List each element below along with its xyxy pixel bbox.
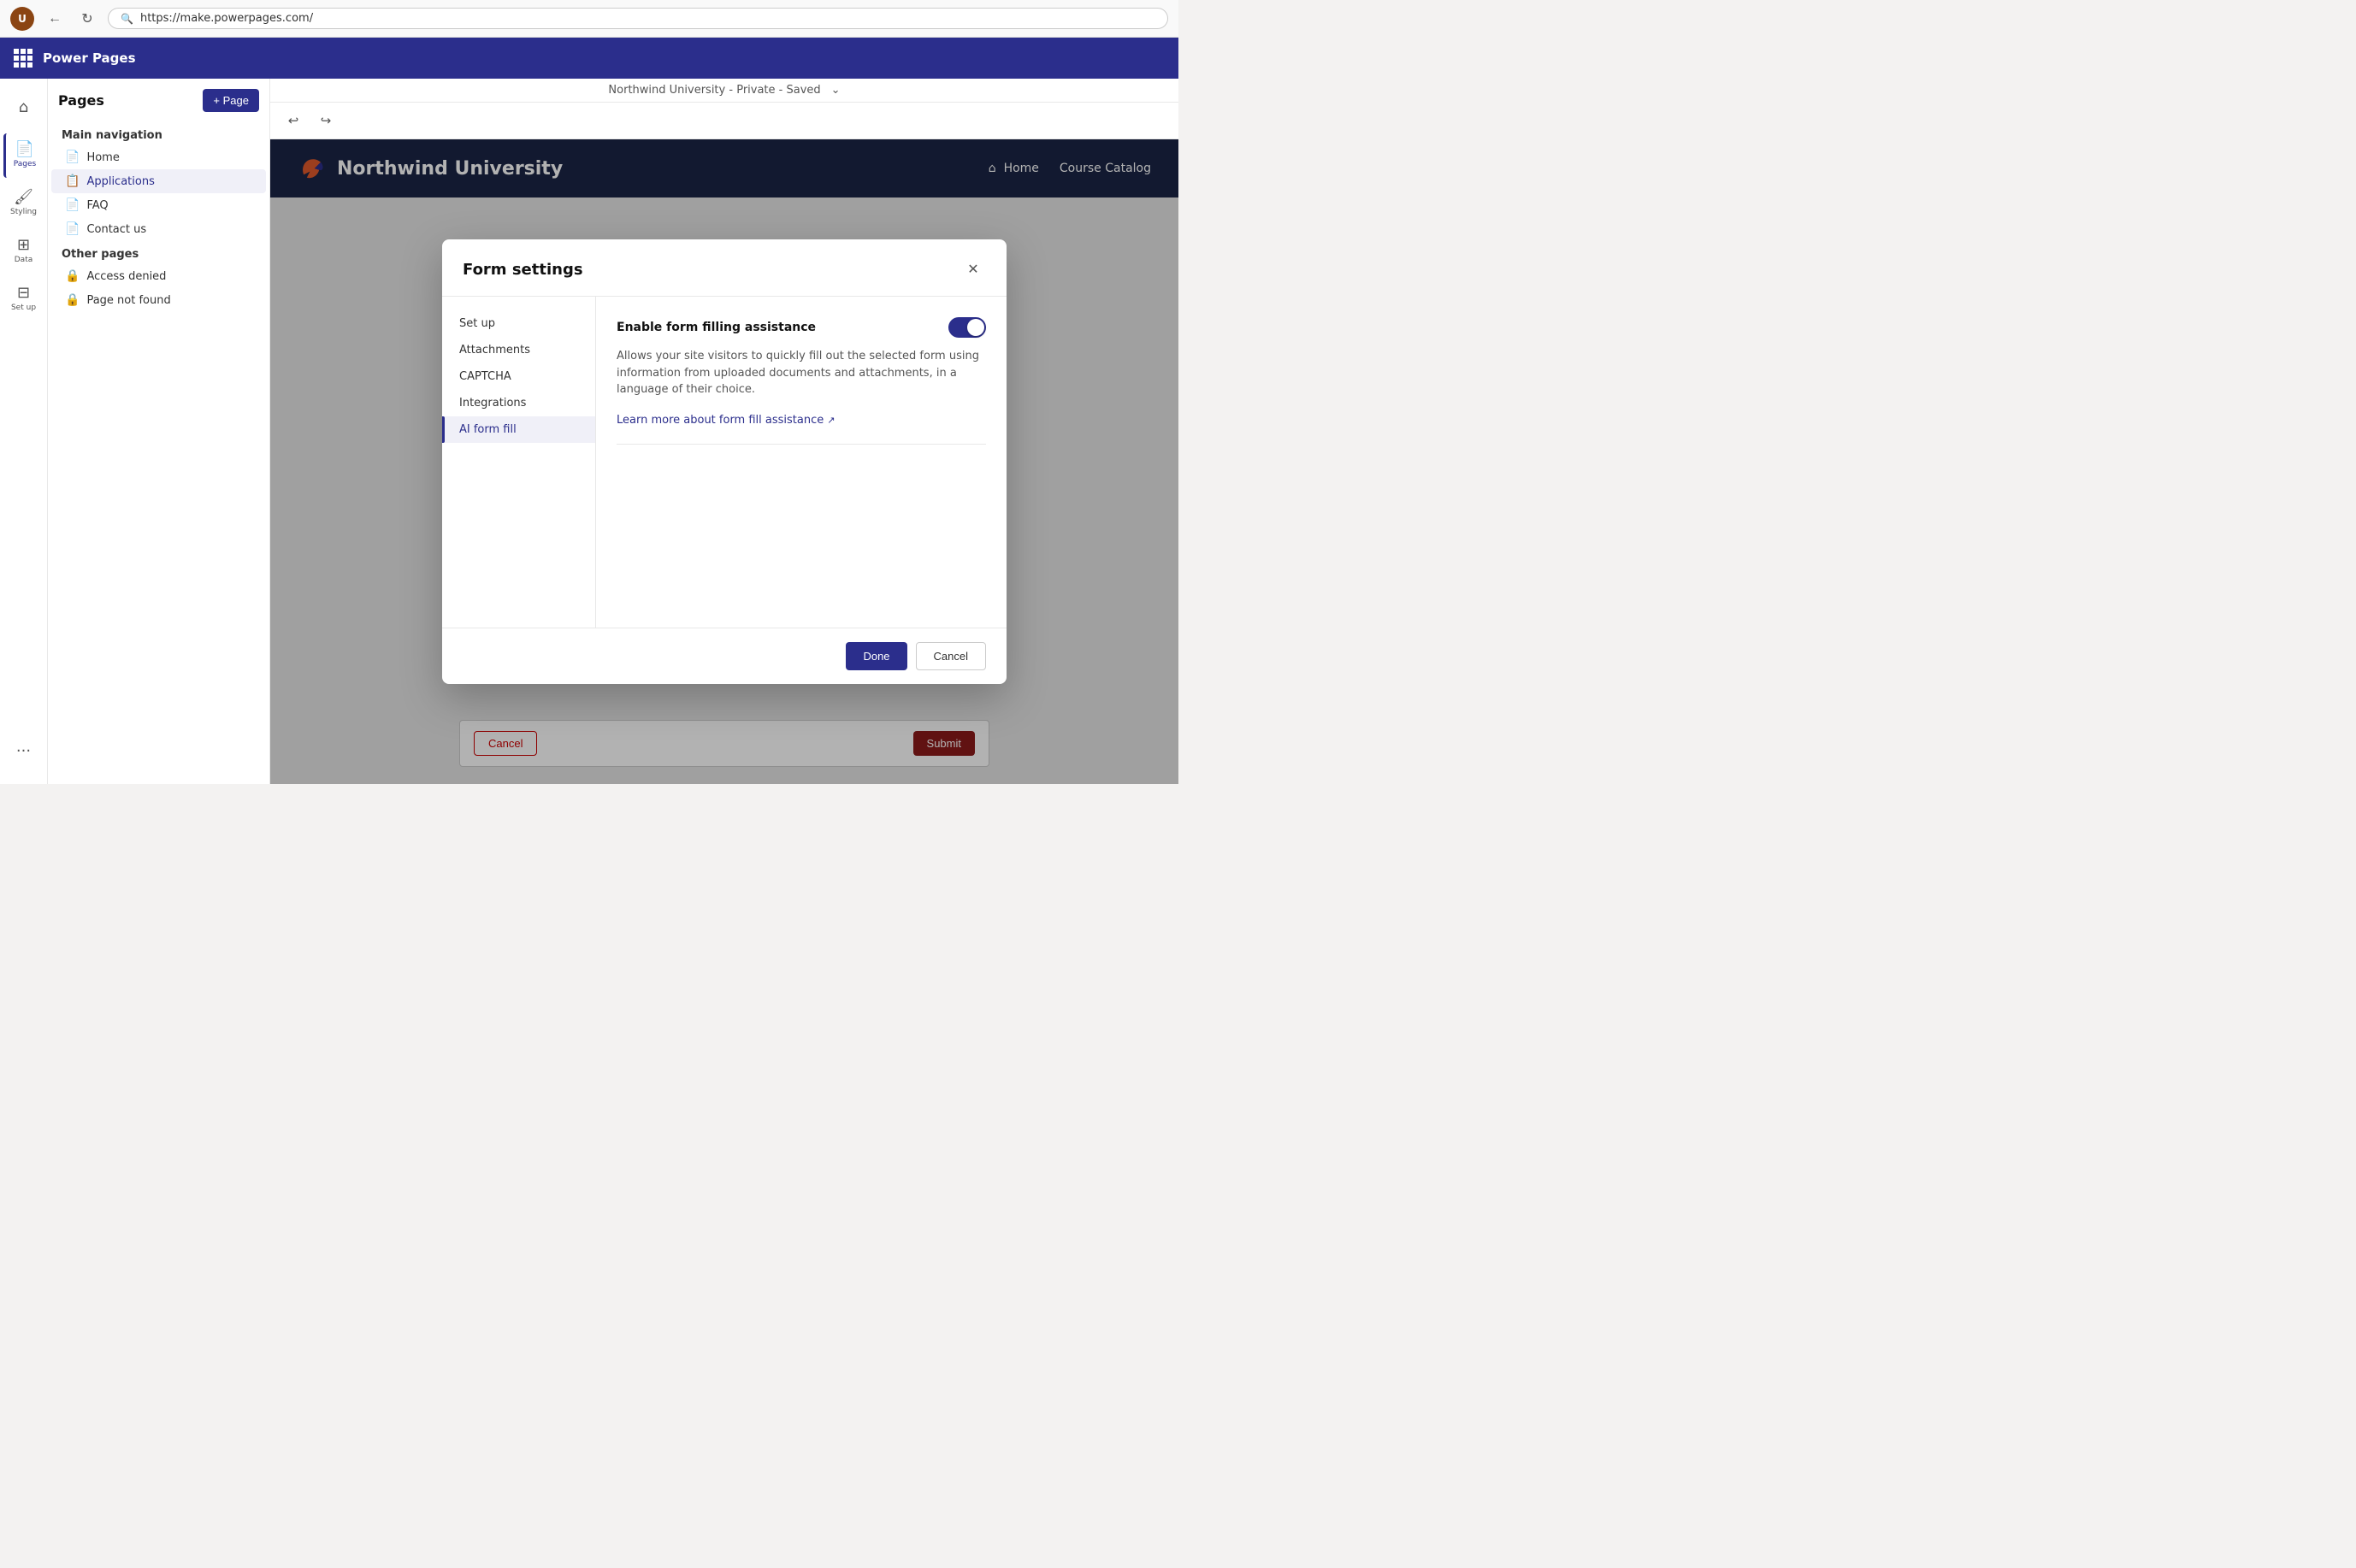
nav-page-not-found-label: Page not found — [86, 294, 170, 307]
modal-body: Set up Attachments CAPTCHA Integrations — [442, 297, 1007, 628]
nav-page-not-found-icon: 🔒 — [65, 293, 80, 307]
address-bar-url: https://make.powerpages.com/ — [140, 12, 313, 25]
modal-footer: Done Cancel — [442, 628, 1007, 684]
sidebar-item-home[interactable]: ⌂ — [3, 85, 44, 130]
sidebar-item-data[interactable]: ⊞ Data — [3, 229, 44, 274]
modal-nav-captcha[interactable]: CAPTCHA — [442, 363, 595, 390]
top-header: Power Pages — [0, 38, 1178, 79]
browser-back-button[interactable]: ← — [43, 7, 67, 31]
modal-header: Form settings ✕ — [442, 239, 1007, 297]
form-fill-description: Allows your site visitors to quickly fil… — [617, 348, 986, 398]
toggle-row: Enable form filling assistance — [617, 317, 986, 338]
nav-item-page-not-found[interactable]: 🔒 Page not found — [51, 288, 266, 312]
cancel-button[interactable]: Cancel — [916, 642, 986, 670]
done-button[interactable]: Done — [846, 642, 906, 670]
page-status-bar: Northwind University - Private - Saved ⌄ — [270, 79, 1178, 103]
main-nav-section-title: Main navigation — [48, 122, 269, 145]
modal-nav-setup[interactable]: Set up — [442, 310, 595, 337]
nav-applications-label: Applications — [86, 175, 154, 188]
modal-sidebar: Set up Attachments CAPTCHA Integrations — [442, 297, 596, 628]
modal-nav-integrations[interactable]: Integrations — [442, 390, 595, 416]
user-avatar[interactable]: U — [10, 7, 34, 31]
address-bar[interactable]: 🔍 https://make.powerpages.com/ — [108, 8, 1168, 29]
modal-main: Enable form filling assistance Allows yo… — [596, 297, 1007, 628]
pages-icon: 📄 — [15, 142, 34, 157]
styling-icon: 🖌 — [14, 190, 33, 205]
nav-access-denied-icon: 🔒 — [65, 269, 80, 283]
learn-more-text: Learn more about form fill assistance — [617, 414, 824, 427]
status-chevron-icon[interactable]: ⌄ — [831, 84, 841, 97]
main-content: ⌂ 📄 Pages 🖌 Styling ⊞ Data ⊟ Set up ··· — [0, 79, 1178, 784]
learn-more-link[interactable]: Learn more about form fill assistance ↗ — [617, 414, 835, 427]
nav-faq-icon: 📄 — [65, 198, 80, 212]
data-icon: ⊞ — [17, 238, 30, 253]
sidebar-pages-label: Pages — [14, 160, 36, 169]
undo-button[interactable]: ↩ — [280, 108, 306, 133]
more-icon: ··· — [16, 744, 31, 759]
sidebar-styling-label: Styling — [10, 208, 37, 217]
toggle-label: Enable form filling assistance — [617, 321, 816, 334]
canvas-toolbar: ↩ ↪ — [270, 103, 1178, 139]
search-icon: 🔍 — [121, 13, 133, 25]
nav-access-denied-label: Access denied — [86, 270, 166, 283]
sidebar-item-pages[interactable]: 📄 Pages — [3, 133, 44, 178]
other-pages-section-title: Other pages — [48, 241, 269, 264]
nav-home-icon: 📄 — [65, 150, 80, 164]
sidebar-data-label: Data — [15, 256, 33, 265]
modal-nav-attachments[interactable]: Attachments — [442, 337, 595, 363]
browser-refresh-button[interactable]: ↻ — [75, 7, 99, 31]
pages-panel-title: Pages — [58, 92, 104, 109]
form-settings-modal: Form settings ✕ Set up Attachments — [442, 239, 1007, 684]
sidebar-item-more[interactable]: ··· — [3, 729, 44, 774]
nav-item-applications[interactable]: 📋 Applications — [51, 169, 266, 193]
form-fill-section: Enable form filling assistance Allows yo… — [617, 317, 986, 445]
site-status-name: Northwind University - Private - Saved — [608, 84, 820, 97]
nav-item-home[interactable]: 📄 Home — [51, 145, 266, 169]
nav-item-access-denied[interactable]: 🔒 Access denied — [51, 264, 266, 288]
nav-item-faq[interactable]: 📄 FAQ — [51, 193, 266, 217]
sidebar-setup-label: Set up — [11, 304, 36, 313]
toggle-knob — [967, 319, 984, 336]
pages-panel: Pages + Page Main navigation 📄 Home 📋 Ap… — [48, 79, 270, 784]
nav-applications-icon: 📋 — [65, 174, 80, 188]
home-icon: ⌂ — [19, 100, 28, 115]
app-shell: Power Pages ⌂ 📄 Pages 🖌 Styling ⊞ Data ⊟… — [0, 38, 1178, 784]
nav-faq-label: FAQ — [86, 199, 108, 212]
browser-chrome: U ← ↻ 🔍 https://make.powerpages.com/ — [0, 0, 1178, 38]
app-title: Power Pages — [43, 50, 136, 66]
redo-button[interactable]: ↪ — [313, 108, 339, 133]
setup-icon: ⊟ — [17, 286, 30, 301]
modal-nav-ai-form-fill[interactable]: AI form fill — [442, 416, 595, 443]
nav-contact-label: Contact us — [86, 223, 146, 236]
toggle-switch[interactable] — [948, 317, 986, 338]
canvas-content: Northwind University ⌂ Home Course Catal… — [270, 139, 1178, 784]
external-link-icon: ↗ — [827, 415, 835, 426]
nav-home-label: Home — [86, 151, 119, 164]
add-page-button[interactable]: + Page — [203, 89, 259, 112]
sidebar-icons: ⌂ 📄 Pages 🖌 Styling ⊞ Data ⊟ Set up ··· — [0, 79, 48, 784]
pages-panel-header: Pages + Page — [48, 89, 269, 122]
sidebar-item-setup[interactable]: ⊟ Set up — [3, 277, 44, 321]
nav-item-contact[interactable]: 📄 Contact us — [51, 217, 266, 241]
apps-grid-icon[interactable] — [14, 49, 32, 68]
sidebar-item-styling[interactable]: 🖌 Styling — [3, 181, 44, 226]
canvas-area: Northwind University - Private - Saved ⌄… — [270, 79, 1178, 784]
nav-contact-icon: 📄 — [65, 222, 80, 236]
modal-title: Form settings — [463, 261, 583, 279]
modal-close-button[interactable]: ✕ — [960, 256, 986, 282]
